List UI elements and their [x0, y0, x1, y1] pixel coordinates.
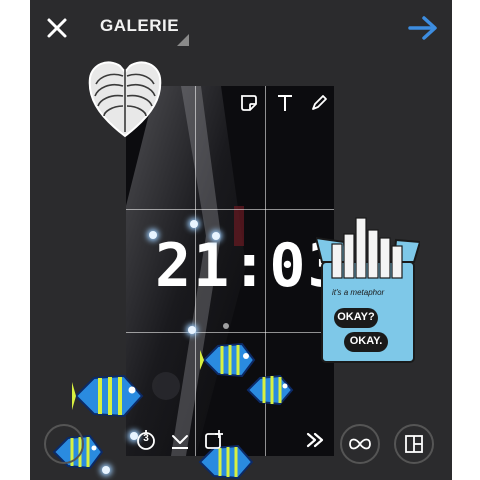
gallery-dropdown-icon[interactable]: [177, 34, 189, 46]
okay-question-label: OKAY?: [337, 311, 375, 323]
grid-line: [126, 209, 334, 210]
sparkle-dot: [212, 232, 220, 240]
fish-sticker[interactable]: [72, 368, 146, 424]
timer-value: 3: [143, 433, 149, 444]
cigarette-box-sticker[interactable]: it's a metaphor OKAY? OKAY.: [314, 216, 422, 366]
add-story-icon[interactable]: [202, 428, 226, 452]
close-icon[interactable]: [42, 13, 72, 43]
filter-circle-button[interactable]: [44, 424, 84, 464]
sparkle-dot: [190, 220, 198, 228]
ribcage-heart-sticker[interactable]: [86, 56, 164, 140]
sparkle-dot: [102, 466, 110, 474]
layout-icon: [405, 435, 423, 453]
gallery-title[interactable]: GALERIE: [100, 16, 179, 36]
story-editor-frame: GALERIE 21:03 it's a metaphor OKAY? OKAY…: [30, 0, 452, 480]
sticker-icon[interactable]: [238, 92, 260, 114]
sparkle-dot: [149, 231, 157, 239]
layout-button[interactable]: [394, 424, 434, 464]
sparkle-dot: [188, 326, 196, 334]
loop-button[interactable]: [340, 424, 380, 464]
download-icon[interactable]: [168, 428, 192, 452]
cigarette-box-caption: it's a metaphor: [332, 288, 385, 297]
pen-icon[interactable]: [308, 92, 330, 114]
text-icon[interactable]: [274, 92, 296, 114]
grid-line: [126, 332, 334, 333]
fish-sticker[interactable]: [244, 370, 296, 410]
arrow-right-icon[interactable]: [406, 12, 440, 44]
send-icon[interactable]: [304, 428, 328, 452]
okay-label: OKAY.: [349, 335, 383, 347]
top-bar: GALERIE: [30, 0, 452, 56]
loop-icon: [349, 438, 371, 450]
clock-text[interactable]: 21:03: [155, 236, 344, 296]
